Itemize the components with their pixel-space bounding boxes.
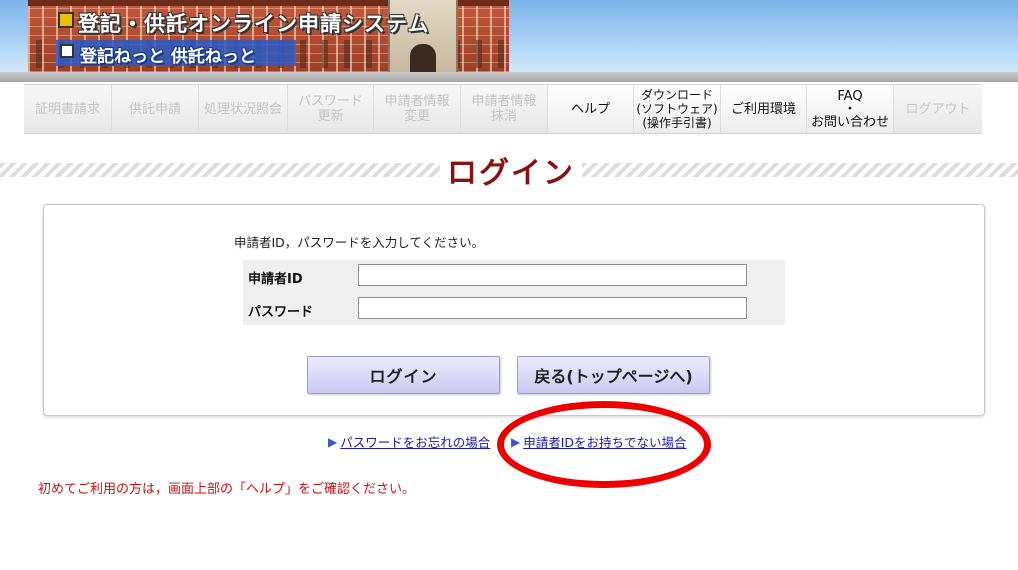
site-header: 登記・供託オンライン申請システム 登記ねっと 供託ねっと <box>0 0 1018 72</box>
nav-password-update: パスワード 更新 <box>288 85 374 133</box>
nav-download[interactable]: ダウンロード (ソフトウェア) (操作手引書) <box>634 85 721 133</box>
main-nav: 証明書請求 供託申請 処理状況照会 パスワード 更新 申請者情報 変更 申請者情… <box>24 84 982 134</box>
page-title: ログイン <box>447 156 575 191</box>
back-to-top-button[interactable]: 戻る(トップページへ) <box>517 356 710 394</box>
nav-certificate-request: 証明書請求 <box>24 85 112 133</box>
header-banner-image: 登記・供託オンライン申請システム 登記ねっと 供託ねっと <box>28 0 509 72</box>
nav-applicant-info-change: 申請者情報 変更 <box>374 85 461 133</box>
triangle-right-icon: ▶ <box>328 434 338 449</box>
nav-logout: ログアウト <box>894 85 982 133</box>
login-instruction: 申請者ID，パスワードを入力してください。 <box>234 235 485 250</box>
title-stripe-left <box>0 163 440 177</box>
forgot-password-link[interactable]: パスワードをお忘れの場合 <box>340 432 490 451</box>
site-subtitle: 登記ねっと 供託ねっと <box>80 47 256 67</box>
header-divider <box>0 72 1018 82</box>
first-time-notice: 初めてご利用の方は，画面上部の「ヘルプ」をご確認ください。 <box>38 482 416 497</box>
highlight-ring <box>497 401 711 488</box>
nav-environment[interactable]: ご利用環境 <box>721 85 807 133</box>
applicant-id-label: 申請者ID <box>248 272 303 287</box>
nav-applicant-info-delete: 申請者情報 抹消 <box>461 85 548 133</box>
password-label: パスワード <box>248 305 314 320</box>
nav-help[interactable]: ヘルプ <box>548 85 634 133</box>
forgot-password-link-row: ▶ パスワードをお忘れの場合 <box>328 432 490 451</box>
site-title: 登記・供託オンライン申請システム <box>78 12 430 36</box>
title-stripe-right <box>582 163 1018 177</box>
login-button[interactable]: ログイン <box>307 356 500 394</box>
nav-status-inquiry: 処理状況照会 <box>199 85 288 133</box>
nav-faq-contact[interactable]: FAQ ・ お問い合わせ <box>807 85 894 133</box>
password-input[interactable] <box>358 297 747 319</box>
applicant-id-input[interactable] <box>358 264 747 286</box>
nav-deposit-application: 供託申請 <box>112 85 199 133</box>
